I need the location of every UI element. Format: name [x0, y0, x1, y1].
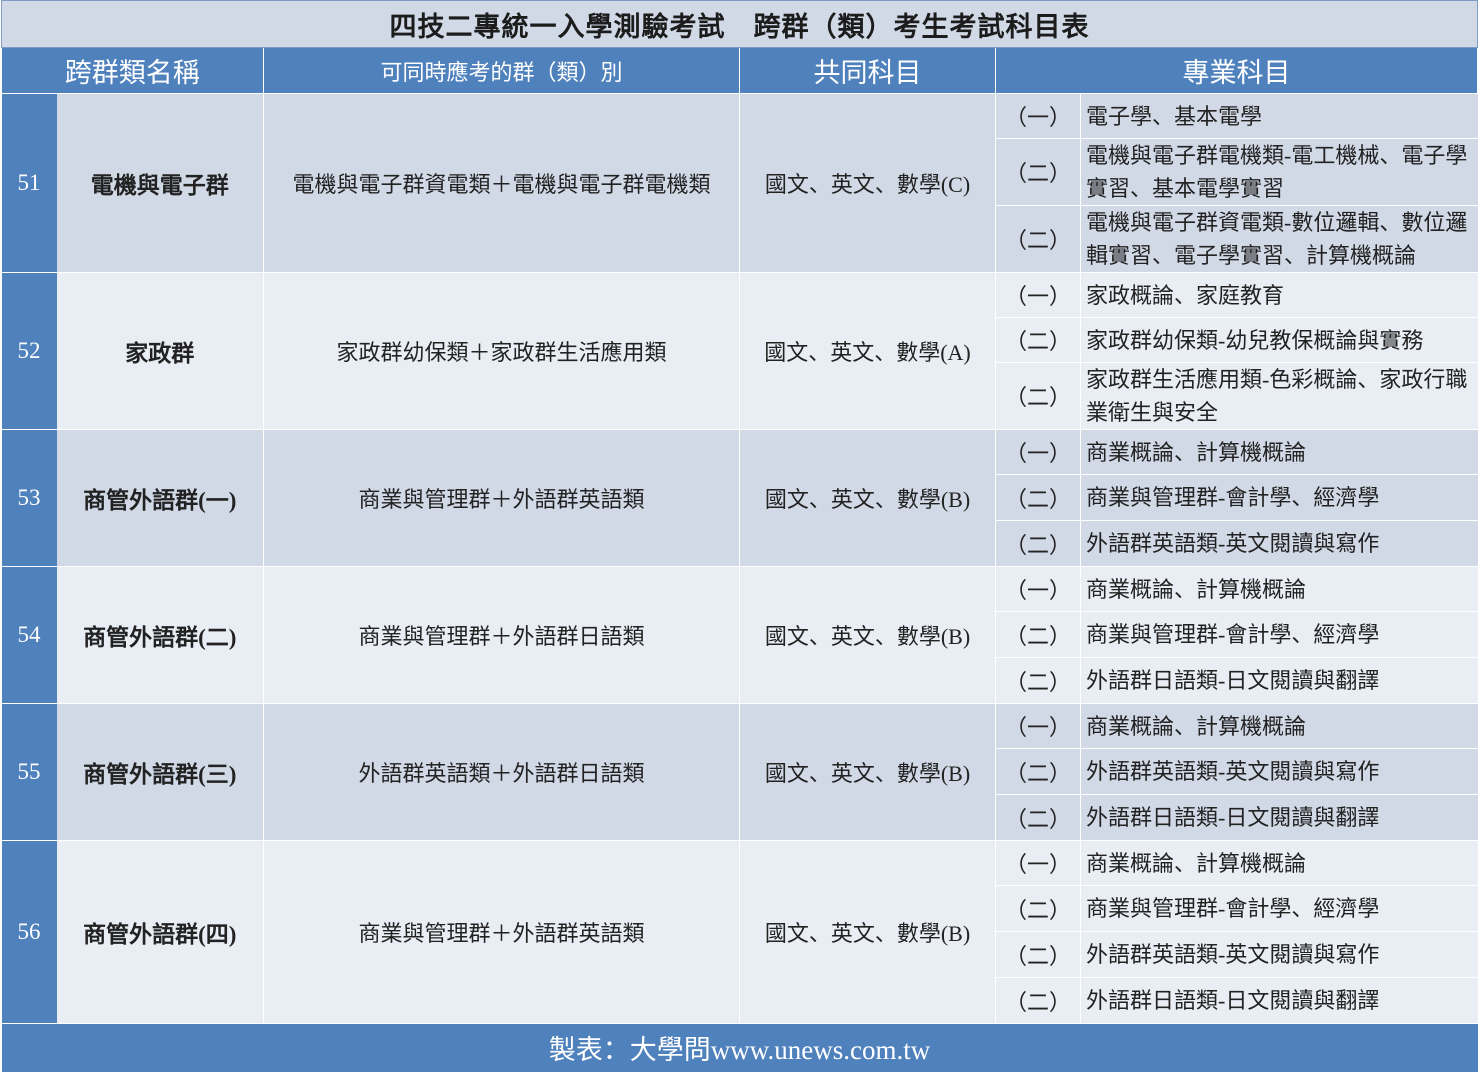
group-number: 54 — [1, 566, 57, 704]
subject-index: （二） — [995, 977, 1081, 1024]
subject-index: （二） — [995, 611, 1081, 658]
professional-subject: 商業概論、計算機概論 — [1080, 429, 1478, 475]
subject-index: （一） — [995, 93, 1081, 139]
professional-subject: 商業概論、計算機概論 — [1080, 703, 1478, 749]
subject-index: （二） — [995, 748, 1081, 795]
professional-subject: 商業概論、計算機概論 — [1080, 840, 1478, 886]
group-name: 商管外語群(一) — [56, 429, 264, 567]
group-combo: 商業與管理群＋外語群英語類 — [263, 840, 740, 1024]
subject-index: （二） — [995, 317, 1081, 363]
footer-credit: 製表：大學問www.unews.com.tw — [1, 1023, 1478, 1072]
group-number: 52 — [1, 272, 57, 430]
subject-index: （一） — [995, 840, 1081, 886]
professional-subject: 商業概論、計算機概論 — [1080, 566, 1478, 612]
group-name: 電機與電子群 — [56, 93, 264, 273]
table-row: 56 商管外語群(四) 商業與管理群＋外語群英語類 國文、英文、數學(B) （一） 商業概… — [1, 840, 1478, 1024]
group-name: 商管外語群(四) — [56, 840, 264, 1024]
table-row: 54 商管外語群(二) 商業與管理群＋外語群日語類 國文、英文、數學(B) （一） 商業概… — [1, 566, 1478, 704]
professional-subject: 外語群日語類-日文閱讀與翻譯 — [1080, 794, 1478, 841]
professional-subject: 家政群生活應用類-色彩概論、家政行職業衛生與安全 — [1080, 362, 1478, 430]
subject-index: （一） — [995, 272, 1081, 318]
professional-subject: 家政概論、家庭教育 — [1080, 272, 1478, 318]
subjects-table: 四技二專統一入學測驗考試 跨群（類）考生考試科目表 跨群類名稱 可同時應考的群（… — [0, 0, 1478, 1072]
common-subjects: 國文、英文、數學(C) — [739, 93, 996, 273]
professional-subject: 電機與電子群電機類-電工機械、電子學實習、基本電學實習 — [1080, 138, 1478, 206]
header-professional: 專業科目 — [995, 47, 1478, 94]
professional-subject: 外語群英語類-英文閱讀與寫作 — [1080, 520, 1478, 567]
header-combo: 可同時應考的群（類）別 — [263, 47, 740, 94]
professional-subject: 電機與電子群資電類-數位邏輯、數位邏輯實習、電子學實習、計算機概論 — [1080, 205, 1478, 273]
subject-index: （二） — [995, 657, 1081, 704]
group-number: 55 — [1, 703, 57, 841]
table-row: 53 商管外語群(一) 商業與管理群＋外語群英語類 國文、英文、數學(B) （一） 商業概… — [1, 429, 1478, 567]
group-number: 56 — [1, 840, 57, 1024]
header-row: 跨群類名稱 可同時應考的群（類）別 共同科目 專業科目 — [1, 47, 1478, 94]
professional-subject: 外語群英語類-英文閱讀與寫作 — [1080, 748, 1478, 795]
header-common: 共同科目 — [739, 47, 996, 94]
subject-index: （一） — [995, 703, 1081, 749]
title-row: 四技二專統一入學測驗考試 跨群（類）考生考試科目表 — [0, 0, 1478, 48]
common-subjects: 國文、英文、數學(B) — [739, 840, 996, 1024]
subject-index: （二） — [995, 138, 1081, 206]
professional-subject: 外語群日語類-日文閱讀與翻譯 — [1080, 977, 1478, 1024]
table-row: 55 商管外語群(三) 外語群英語類＋外語群日語類 國文、英文、數學(B) （一） 商業概… — [1, 703, 1478, 841]
group-combo: 電機與電子群資電類＋電機與電子群電機類 — [263, 93, 740, 273]
table-row: 51 電機與電子群 電機與電子群資電類＋電機與電子群電機類 國文、英文、數學(C) （一… — [1, 93, 1478, 273]
group-name: 商管外語群(三) — [56, 703, 264, 841]
common-subjects: 國文、英文、數學(B) — [739, 429, 996, 567]
subject-index: （一） — [995, 429, 1081, 475]
common-subjects: 國文、英文、數學(B) — [739, 703, 996, 841]
subject-index: （二） — [995, 794, 1081, 841]
subject-index: （二） — [995, 520, 1081, 567]
professional-subject: 電子學、基本電學 — [1080, 93, 1478, 139]
exam-subjects-sheet: 四技二專統一入學測驗考試 跨群（類）考生考試科目表 跨群類名稱 可同時應考的群（… — [0, 0, 1478, 1074]
group-number: 51 — [1, 93, 57, 273]
subject-index: （一） — [995, 566, 1081, 612]
group-combo: 外語群英語類＋外語群日語類 — [263, 703, 740, 841]
group-combo: 商業與管理群＋外語群日語類 — [263, 566, 740, 704]
group-number: 53 — [1, 429, 57, 567]
footer-row: 製表：大學問www.unews.com.tw — [1, 1023, 1478, 1072]
professional-subject: 商業與管理群-會計學、經濟學 — [1080, 474, 1478, 521]
table-title: 四技二專統一入學測驗考試 跨群（類）考生考試科目表 — [0, 0, 1478, 48]
common-subjects: 國文、英文、數學(A) — [739, 272, 996, 430]
subject-index: （二） — [995, 205, 1081, 273]
subject-index: （二） — [995, 474, 1081, 521]
professional-subject: 外語群日語類-日文閱讀與翻譯 — [1080, 657, 1478, 704]
subject-index: （二） — [995, 362, 1081, 430]
table-row: 52 家政群 家政群幼保類＋家政群生活應用類 國文、英文、數學(A) （一） 家政概論、家… — [1, 272, 1478, 430]
common-subjects: 國文、英文、數學(B) — [739, 566, 996, 704]
subject-index: （二） — [995, 885, 1081, 932]
professional-subject: 商業與管理群-會計學、經濟學 — [1080, 885, 1478, 932]
group-combo: 家政群幼保類＋家政群生活應用類 — [263, 272, 740, 430]
group-name: 商管外語群(二) — [56, 566, 264, 704]
professional-subject: 外語群英語類-英文閱讀與寫作 — [1080, 931, 1478, 978]
professional-subject: 商業與管理群-會計學、經濟學 — [1080, 611, 1478, 658]
group-name: 家政群 — [56, 272, 264, 430]
header-group-name: 跨群類名稱 — [1, 47, 264, 94]
group-combo: 商業與管理群＋外語群英語類 — [263, 429, 740, 567]
subject-index: （二） — [995, 931, 1081, 978]
professional-subject: 家政群幼保類-幼兒教保概論與實務 — [1080, 317, 1478, 363]
